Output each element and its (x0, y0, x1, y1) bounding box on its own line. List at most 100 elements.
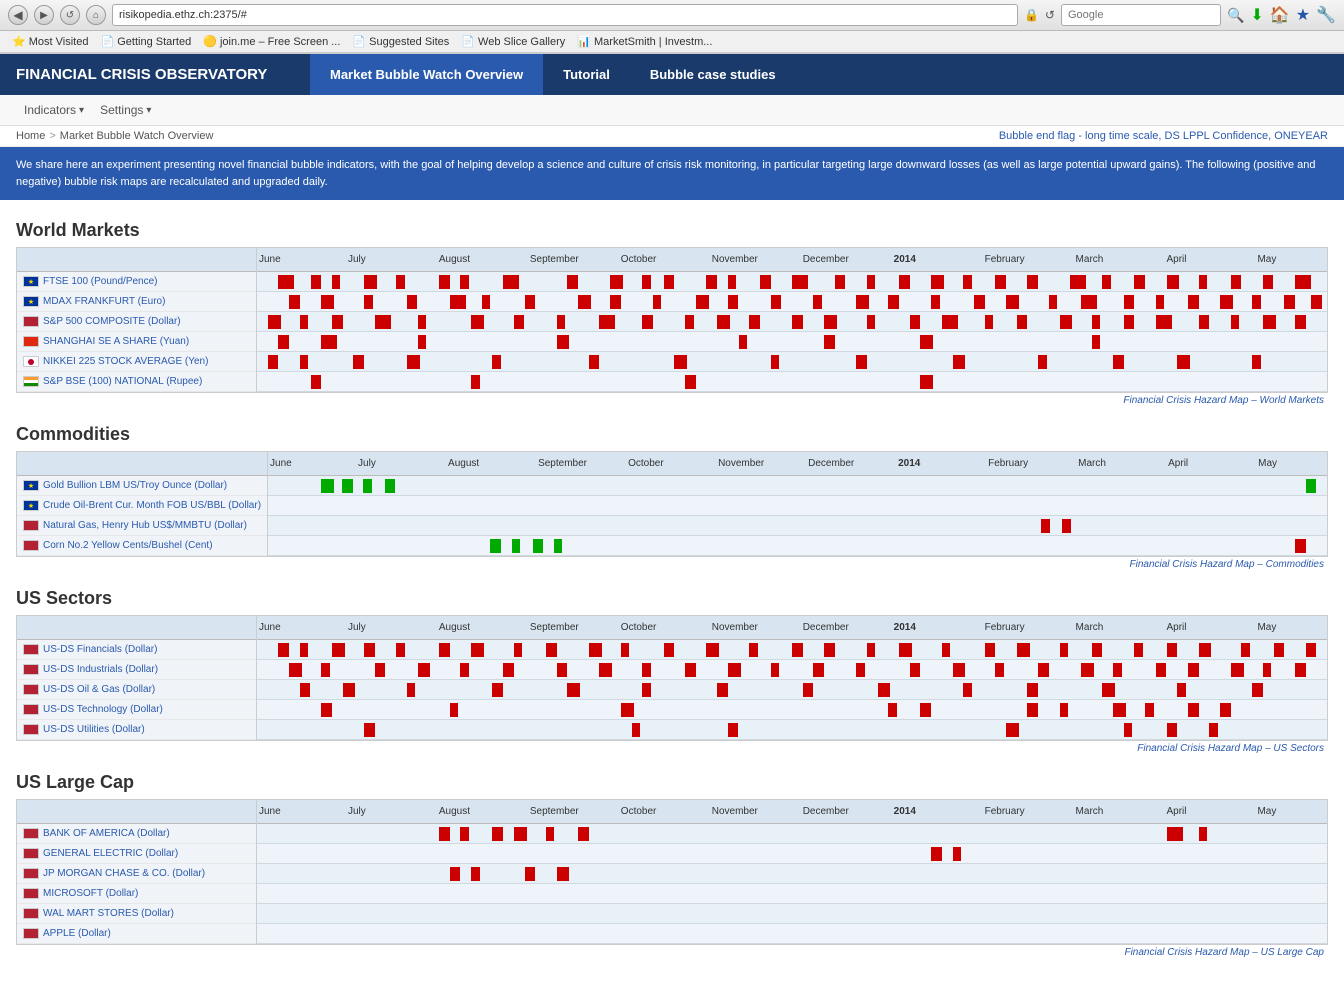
us-sectors-chart: US-DS Financials (Dollar) US-DS Industri… (16, 615, 1328, 741)
month-august-lc: August (439, 806, 470, 817)
site-title: FINANCIAL CRISIS OBSERVATORY (0, 54, 310, 95)
label-boa[interactable]: BANK OF AMERICA (Dollar) (17, 824, 256, 844)
commodities-footer[interactable]: Financial Crisis Hazard Map – Commoditie… (16, 557, 1328, 572)
flag-eu-oil: ★ (23, 500, 39, 511)
home-button[interactable]: ⌂ (86, 5, 106, 25)
refresh-button[interactable]: ↺ (60, 5, 80, 25)
label-nikkei[interactable]: NIKKEI 225 STOCK AVERAGE (Yen) (17, 352, 256, 372)
flag-jp-1 (23, 356, 39, 367)
flag-us-util (23, 724, 39, 735)
month-october-com: October (628, 458, 664, 469)
breadcrumb: Home > Market Bubble Watch Overview Bubb… (0, 126, 1344, 147)
us-sectors-footer[interactable]: Financial Crisis Hazard Map – US Sectors (16, 741, 1328, 756)
month-april-wm: April (1167, 254, 1187, 265)
back-button[interactable]: ◀ (8, 5, 28, 25)
commodities-title: Commodities (16, 424, 1328, 445)
label-utilities[interactable]: US-DS Utilities (Dollar) (17, 720, 256, 740)
month-april-lc: April (1167, 806, 1187, 817)
search-input[interactable] (1061, 4, 1221, 26)
label-financials[interactable]: US-DS Financials (Dollar) (17, 640, 256, 660)
label-oil-gas[interactable]: US-DS Oil & Gas (Dollar) (17, 680, 256, 700)
world-markets-chart-wrapper: ★ FTSE 100 (Pound/Pence) ★ MDAX FRANKFUR… (16, 247, 1328, 408)
label-corn[interactable]: Corn No.2 Yellow Cents/Bushel (Cent) (17, 536, 267, 556)
commodities-chart: ★ Gold Bullion LBM US/Troy Ounce (Dollar… (16, 451, 1328, 557)
label-mdax[interactable]: ★ MDAX FRANKFURT (Euro) (17, 292, 256, 312)
tab-tutorial[interactable]: Tutorial (543, 54, 630, 95)
us-large-cap-chart-area: June July August September October Novem… (257, 800, 1327, 944)
us-large-cap-chart: BANK OF AMERICA (Dollar) GENERAL ELECTRI… (16, 799, 1328, 945)
label-sp500[interactable]: S&P 500 COMPOSITE (Dollar) (17, 312, 256, 332)
label-industrials[interactable]: US-DS Industrials (Dollar) (17, 660, 256, 680)
download-icon[interactable]: ⬇ (1250, 5, 1263, 25)
month-march-us: March (1076, 622, 1104, 633)
breadcrumb-current[interactable]: Market Bubble Watch Overview (60, 130, 214, 142)
chart-row-sp500 (257, 312, 1327, 332)
flag-cn-1 (23, 336, 39, 347)
label-shanghai[interactable]: SHANGHAI SE A SHARE (Yuan) (17, 332, 256, 352)
flag-us-1 (23, 316, 39, 327)
tab-bubble-case-studies[interactable]: Bubble case studies (630, 54, 796, 95)
label-technology[interactable]: US-DS Technology (Dollar) (17, 700, 256, 720)
month-september-com: September (538, 458, 587, 469)
month-march-lc: March (1076, 806, 1104, 817)
forward-button[interactable]: ▶ (34, 5, 54, 25)
marketsmith-bookmark[interactable]: 📊 MarketSmith | Investm... (573, 33, 716, 50)
ssl-icon: 🔒 (1024, 8, 1039, 22)
world-markets-rows (257, 272, 1327, 392)
label-gold[interactable]: ★ Gold Bullion LBM US/Troy Ounce (Dollar… (17, 476, 267, 496)
getting-started-bookmark[interactable]: 📄 Getting Started (96, 33, 195, 50)
label-crude-oil[interactable]: ★ Crude Oil-Brent Cur. Month FOB US/BBL … (17, 496, 267, 516)
month-february-lc: February (985, 806, 1025, 817)
indicators-menu[interactable]: Indicators ▾ (16, 99, 92, 121)
label-ge[interactable]: GENERAL ELECTRIC (Dollar) (17, 844, 256, 864)
us-large-cap-section: US Large Cap BANK OF AMERICA (Dollar) GE… (16, 772, 1328, 960)
world-markets-footer[interactable]: Financial Crisis Hazard Map – World Mark… (16, 393, 1328, 408)
commodities-timeline: June July August September October Novem… (268, 452, 1327, 476)
label-jpmorgan[interactable]: JP MORGAN CHASE & CO. (Dollar) (17, 864, 256, 884)
label-microsoft[interactable]: MICROSOFT (Dollar) (17, 884, 256, 904)
us-large-cap-labels: BANK OF AMERICA (Dollar) GENERAL ELECTRI… (17, 800, 257, 944)
label-walmart[interactable]: WAL MART STORES (Dollar) (17, 904, 256, 924)
month-march-wm: March (1076, 254, 1104, 265)
label-spbse[interactable]: S&P BSE (100) NATIONAL (Rupee) (17, 372, 256, 392)
us-large-cap-title: US Large Cap (16, 772, 1328, 793)
chart-row-spbse (257, 372, 1327, 392)
world-markets-labels: ★ FTSE 100 (Pound/Pence) ★ MDAX FRANKFUR… (17, 248, 257, 392)
chart-row-apple (257, 924, 1327, 944)
month-december-us: December (803, 622, 849, 633)
url-bar[interactable] (112, 4, 1018, 26)
indicators-arrow: ▾ (79, 105, 84, 116)
chart-row-ge (257, 844, 1327, 864)
chart-row-oil-gas (257, 680, 1327, 700)
flag-eu-2: ★ (23, 296, 39, 307)
joinme-bookmark[interactable]: 🟡 join.me – Free Screen ... (199, 33, 344, 50)
label-ftse100[interactable]: ★ FTSE 100 (Pound/Pence) (17, 272, 256, 292)
world-markets-chart-area: June July August September October Novem… (257, 248, 1327, 392)
month-december-com: December (808, 458, 854, 469)
chart-row-microsoft (257, 884, 1327, 904)
breadcrumb-home[interactable]: Home (16, 130, 45, 142)
flag-eu-gold: ★ (23, 480, 39, 491)
label-apple[interactable]: APPLE (Dollar) (17, 924, 256, 944)
us-large-cap-footer[interactable]: Financial Crisis Hazard Map – US Large C… (16, 945, 1328, 960)
chart-row-corn: 2013-06-03 (268, 536, 1327, 556)
breadcrumb-left: Home > Market Bubble Watch Overview (16, 130, 213, 142)
web-slice-bookmark[interactable]: 📄 Web Slice Gallery (457, 33, 569, 50)
month-may-lc: May (1257, 806, 1276, 817)
month-october-wm: October (621, 254, 657, 265)
suggested-sites-bookmark[interactable]: 📄 Suggested Sites (348, 33, 453, 50)
month-may-com: May (1258, 458, 1277, 469)
refresh-icon[interactable]: ↺ (1045, 8, 1055, 22)
most-visited-bookmark[interactable]: ⭐ Most Visited (8, 33, 92, 50)
home-nav-icon[interactable]: 🏠 (1270, 5, 1290, 25)
us-sectors-chart-wrapper: US-DS Financials (Dollar) US-DS Industri… (16, 615, 1328, 756)
star-icon[interactable]: ★ (1296, 5, 1310, 25)
tab-market-bubble[interactable]: Market Bubble Watch Overview (310, 54, 543, 95)
settings-menu[interactable]: Settings ▾ (92, 99, 159, 121)
year-2014-wm: 2014 (894, 254, 916, 265)
tools-icon[interactable]: 🔧 (1316, 5, 1336, 25)
breadcrumb-indicator-link[interactable]: Bubble end flag - long time scale, DS LP… (999, 130, 1328, 142)
us-sectors-timeline: June July August September October Novem… (257, 616, 1327, 640)
label-natural-gas[interactable]: Natural Gas, Henry Hub US$/MMBTU (Dollar… (17, 516, 267, 536)
search-icon[interactable]: 🔍 (1227, 7, 1244, 24)
